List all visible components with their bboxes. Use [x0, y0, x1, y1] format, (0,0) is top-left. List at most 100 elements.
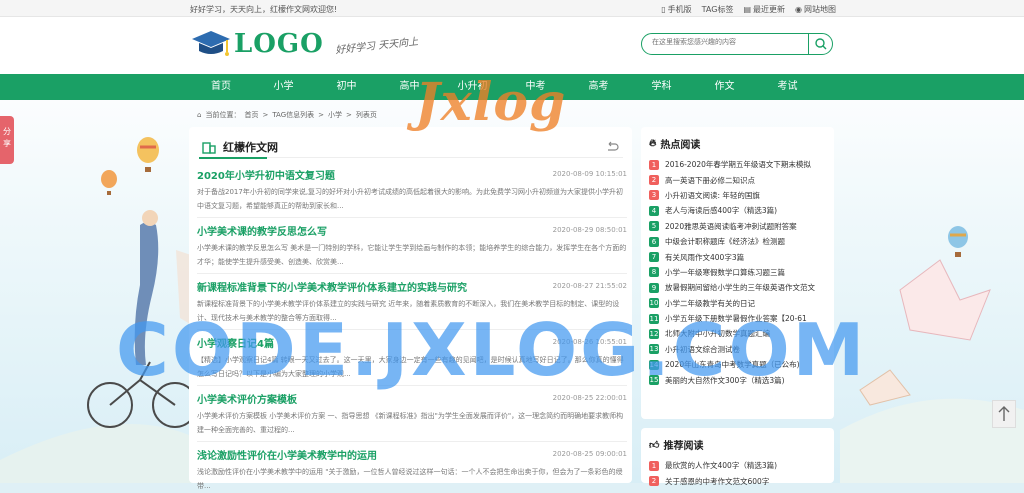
article-date: 2020-08-25 09:00:01 — [552, 450, 627, 458]
list-item-title[interactable]: 2020雅思英语阅读临考冲刺试题附答案 — [665, 221, 797, 232]
balloon-decoration — [100, 170, 118, 201]
tag-link[interactable]: TAG标签 — [702, 4, 734, 15]
article-date: 2020-08-09 10:15:01 — [552, 170, 627, 178]
nav-composition[interactable]: 作文 — [693, 74, 756, 100]
welcome-text: 好好学习，天天向上，红檬作文网欢迎您! — [190, 5, 338, 14]
rank-badge: 9 — [649, 282, 659, 293]
recommend-header: 👍︎ 推荐阅读 — [649, 437, 704, 453]
list-item-title[interactable]: 小学一年级寒假数学口算练习题三篇 — [665, 267, 785, 278]
article-summary: 小学美术课的教学反思怎么写 美术是一门特别的学科，它能让学生学到绘画与制作的本领… — [197, 244, 627, 266]
nav-gaokao[interactable]: 高考 — [567, 74, 630, 100]
share-tab[interactable]: 分享 — [0, 116, 14, 164]
article-summary: 浅论激励性评价在小学美术教学中的运用 "关于激励，一位哲人曾经说过这样一句话：一… — [197, 468, 623, 490]
site-logo[interactable]: LOGO — [190, 27, 324, 61]
search-icon — [815, 38, 827, 50]
list-item-title[interactable]: 中级会计职称题库《经济法》检测题 — [665, 236, 785, 247]
search-button[interactable] — [808, 34, 832, 54]
balloon-decoration — [947, 226, 969, 263]
nav-exam[interactable]: 考试 — [756, 74, 819, 100]
recommend-list: 1 最欣赏的人作文400字（精选3篇) 2 关于感恩的中考作文范文600字 — [649, 458, 829, 489]
graduation-cap-icon — [190, 27, 232, 61]
sitemap-link[interactable]: ◉ 网站地图 — [795, 4, 836, 15]
breadcrumb-home[interactable]: 首页 — [244, 110, 258, 120]
article-summary: 对于备战2017年小升初的同学来说,复习的好坏对小升初考试成绩的高低起着很大的影… — [197, 188, 624, 210]
phone-icon: ▯ — [661, 5, 666, 14]
list-item[interactable]: 8 小学一年级寒假数学口算练习题三篇 — [649, 265, 829, 280]
rank-badge: 3 — [649, 190, 659, 201]
hot-reading-header: 🔥︎ 热点阅读 — [649, 136, 700, 151]
breadcrumb-primary[interactable]: 小学 — [328, 110, 342, 120]
recommend-panel: 👍︎ 推荐阅读 1 最欣赏的人作文400字（精选3篇) 2 关于感恩的中考作文范文60… — [641, 428, 834, 487]
rank-badge: 4 — [649, 205, 659, 216]
pin-icon: ◉ — [795, 5, 802, 14]
breadcrumb-list-page: 列表页 — [355, 111, 377, 119]
article-item: 2020年小学升初中语文复习题 2020-08-09 10:15:01 对于备战… — [197, 167, 627, 218]
header: LOGO 好好学习 天天向上 — [0, 17, 1024, 74]
list-item-title[interactable]: 高一英语下册必修二知识点 — [665, 175, 755, 186]
share-label[interactable]: 分享 — [3, 127, 11, 148]
panel-title: 红檬作文网 — [223, 141, 278, 154]
slogan: 好好学习 天天向上 — [334, 36, 419, 57]
back-arrow-icon[interactable] — [605, 141, 619, 153]
list-item[interactable]: 1 2016-2020年春学期五年级语文下期末模拟 — [649, 157, 829, 172]
list-item[interactable]: 7 有关风雨作文400字3篇 — [649, 249, 829, 264]
mobile-link[interactable]: ▯ 手机版 — [661, 4, 691, 15]
top-links: ▯ 手机版 TAG标签 ▤ 最近更新 ◉ 网站地图 — [661, 4, 836, 15]
list-item[interactable]: 2 高一英语下册必修二知识点 — [649, 172, 829, 187]
nav-junior[interactable]: 初中 — [315, 74, 378, 100]
rank-badge: 8 — [649, 267, 659, 278]
list-item-title[interactable]: 小升初语文阅读: 年轻的国旗 — [665, 190, 760, 201]
recommend-title: 推荐阅读 — [663, 441, 704, 452]
list-item[interactable]: 6 中级会计职称题库《经济法》检测题 — [649, 234, 829, 249]
home-icon: ⌂ — [197, 111, 202, 119]
search-box — [641, 33, 833, 55]
article-date: 2020-08-29 08:50:01 — [552, 226, 627, 234]
hot-reading-title: 热点阅读 — [660, 140, 701, 151]
list-item-title[interactable]: 有关风雨作文400字3篇 — [665, 252, 744, 263]
rank-badge: 7 — [649, 252, 659, 263]
rank-badge: 6 — [649, 236, 659, 247]
list-item-title[interactable]: 最欣赏的人作文400字（精选3篇) — [665, 460, 777, 471]
rank-badge: 2 — [649, 476, 659, 487]
breadcrumb-tag-list[interactable]: TAG信息列表 — [272, 110, 314, 120]
balloon-decoration — [135, 137, 161, 180]
breadcrumb: ⌂ 当前位置： 首页 > TAG信息列表 > 小学 > 列表页 — [197, 110, 377, 120]
nav-home[interactable]: 首页 — [190, 74, 252, 100]
arrow-up-icon — [998, 406, 1010, 421]
list-item-title[interactable]: 老人与海读后感400字（精选3篇) — [665, 205, 777, 216]
recent-link[interactable]: ▤ 最近更新 — [743, 4, 785, 15]
rank-badge: 10 — [649, 298, 659, 309]
article-summary: 小学美术评价方案模板 小学美术评价方案 一、指导思想 《新课程标准》指出"为学生… — [197, 412, 624, 434]
watermark-logo: Jxlog — [415, 72, 567, 133]
watermark-domain: CODE.JXLOG.COM — [116, 308, 868, 392]
calendar-icon: ▤ — [743, 5, 752, 14]
article-item: 浅论激励性评价在小学美术教学中的运用 2020-08-25 09:00:01 浅… — [197, 447, 627, 493]
rank-badge: 2 — [649, 175, 659, 186]
list-item[interactable]: 2 关于感恩的中考作文范文600字 — [649, 473, 829, 488]
list-item-title[interactable]: 2016-2020年春学期五年级语文下期末模拟 — [665, 159, 811, 170]
back-to-top-button[interactable] — [992, 400, 1016, 428]
building-icon — [202, 142, 216, 154]
article-date: 2020-08-27 21:55:02 — [552, 282, 627, 290]
search-input[interactable] — [652, 38, 802, 46]
rank-badge: 1 — [649, 460, 659, 471]
flame-icon: 🔥︎ — [649, 138, 657, 149]
thumbs-up-icon: 👍︎ — [649, 439, 660, 451]
logo-text: LOGO — [234, 29, 324, 59]
rank-badge: 5 — [649, 221, 659, 232]
list-item[interactable]: 4 老人与海读后感400字（精选3篇) — [649, 203, 829, 218]
list-item-title[interactable]: 关于感恩的中考作文范文600字 — [665, 476, 769, 487]
article-list-panel: 红檬作文网 2020年小学升初中语文复习题 2020-08-09 10:15:0… — [189, 127, 632, 490]
nav-primary[interactable]: 小学 — [252, 74, 315, 100]
list-item[interactable]: 3 小升初语文阅读: 年轻的国旗 — [649, 188, 829, 203]
list-item[interactable]: 9 放暑假期间留给小学生的三年级英语作文范文 — [649, 280, 829, 295]
list-item[interactable]: 1 最欣赏的人作文400字（精选3篇) — [649, 458, 829, 473]
list-item-title[interactable]: 放暑假期间留给小学生的三年级英语作文范文 — [665, 282, 815, 293]
nav-subject[interactable]: 学科 — [630, 74, 693, 100]
article-item: 小学美术课的教学反思怎么写 2020-08-29 08:50:01 小学美术课的… — [197, 223, 627, 274]
rank-badge: 1 — [649, 159, 659, 170]
divider — [197, 273, 627, 274]
list-item[interactable]: 5 2020雅思英语阅读临考冲刺试题附答案 — [649, 219, 829, 234]
panel-header: 红檬作文网 — [199, 136, 623, 159]
divider — [197, 217, 627, 218]
